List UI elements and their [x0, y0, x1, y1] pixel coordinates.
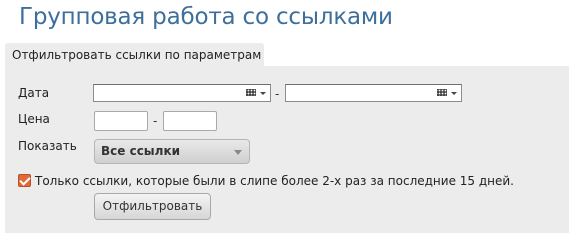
show-label: Показать [18, 139, 77, 153]
chevron-down-icon [234, 150, 242, 155]
filter-tab[interactable]: Отфильтровать ссылки по параметрам [5, 43, 264, 66]
price-to-input[interactable] [163, 111, 217, 131]
date-label: Дата [18, 86, 50, 100]
date-range-separator: - [275, 87, 280, 101]
only-repeated-label[interactable]: Только ссылки, которые были в слипе боле… [35, 174, 514, 188]
price-from-input[interactable] [94, 111, 148, 131]
price-range-separator: - [153, 114, 158, 128]
chevron-down-icon[interactable] [451, 92, 457, 95]
show-select-value: Все ссылки [101, 144, 180, 158]
show-select[interactable]: Все ссылки [94, 139, 250, 164]
only-repeated-checkbox[interactable] [18, 174, 31, 187]
page-title: Групповая работа со ссылками [19, 4, 393, 30]
calendar-icon[interactable] [246, 89, 256, 96]
date-from-input[interactable] [93, 84, 271, 102]
filter-submit-button[interactable]: Отфильтровать [94, 193, 211, 220]
calendar-icon[interactable] [437, 89, 447, 96]
date-to-input[interactable] [285, 84, 462, 102]
chevron-down-icon[interactable] [260, 92, 266, 95]
price-label: Цена [18, 112, 50, 126]
